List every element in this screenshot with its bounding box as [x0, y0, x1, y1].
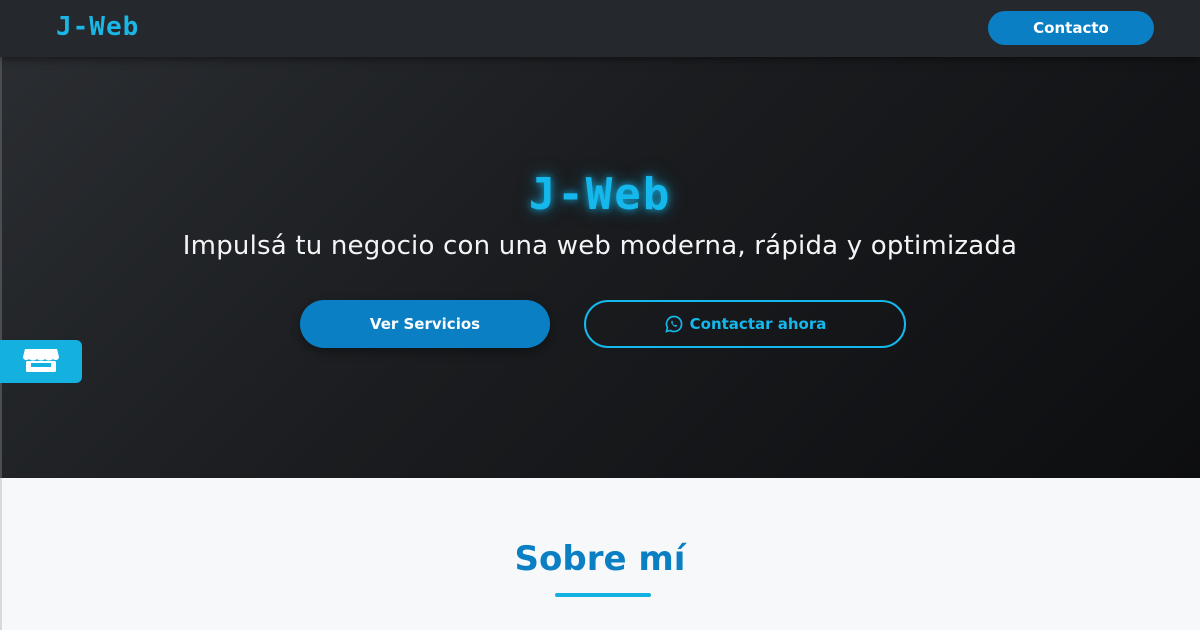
landing-page: J-Web Contacto J-Web Impulsá tu negocio …: [0, 0, 1200, 630]
contact-button[interactable]: Contacto: [988, 11, 1154, 45]
whatsapp-contact-button[interactable]: Contactar ahora: [584, 300, 906, 348]
brand-logo[interactable]: J-Web: [56, 12, 139, 42]
store-side-tab[interactable]: [0, 340, 82, 383]
whatsapp-button-label: Contactar ahora: [689, 315, 827, 333]
whatsapp-icon: [664, 314, 684, 334]
view-services-button[interactable]: Ver Servicios: [300, 300, 550, 348]
about-title: Sobre mí: [514, 539, 686, 579]
hero-edge-divider: [0, 57, 2, 478]
hero-section: J-Web Impulsá tu negocio con una web mod…: [0, 57, 1200, 478]
navbar: J-Web Contacto: [0, 0, 1200, 57]
hero-subtitle: Impulsá tu negocio con una web moderna, …: [182, 231, 1018, 261]
about-title-underline: [555, 593, 651, 597]
store-icon: [22, 347, 60, 377]
about-section: Sobre mí: [0, 478, 1200, 630]
hero-title: J-Web: [528, 169, 672, 220]
